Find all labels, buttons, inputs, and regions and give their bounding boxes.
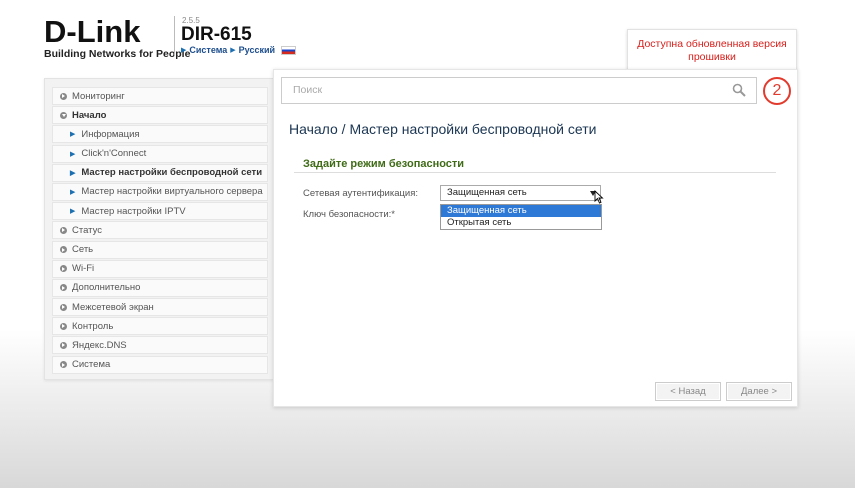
arrow-circle-icon	[60, 111, 67, 119]
sidebar-subitem-wireless-wizard[interactable]: ▶ Мастер настройки беспроводной сети	[52, 163, 268, 182]
arrow-circle-icon	[60, 92, 67, 100]
sidebar-item-label: Начало	[72, 109, 107, 121]
language-link[interactable]: Русский	[239, 45, 275, 55]
logo-tagline: Building Networks for People	[44, 48, 191, 60]
dlink-logo: D-Link Building Networks for People	[44, 14, 191, 60]
sidebar-item-start[interactable]: Начало	[52, 106, 268, 125]
back-button[interactable]: < Назад	[655, 382, 721, 401]
key-label: Ключ безопасности:*	[303, 209, 395, 220]
arrow-circle-icon	[60, 303, 67, 311]
sidebar-item-label: Мониторинг	[72, 90, 125, 102]
search-input[interactable]: Поиск	[281, 77, 757, 104]
sidebar-item-monitoring[interactable]: Мониторинг	[52, 87, 268, 105]
sidebar-item-label: Wi-Fi	[72, 263, 95, 275]
section-title: Задайте режим безопасности	[303, 158, 465, 170]
sidebar-item-label: Click'n'Connect	[81, 148, 147, 160]
sidebar-item-label: Межсетевой экран	[72, 301, 154, 313]
sidebar-subitem-clickconnect[interactable]: ▶ Click'n'Connect	[52, 144, 268, 163]
sidebar-item-label: Мастер настройки беспроводной сети	[81, 167, 263, 179]
triangle-icon: ▶	[70, 131, 76, 139]
auth-select-value: Защищенная сеть	[447, 187, 527, 198]
arrow-circle-icon	[60, 361, 67, 369]
sidebar-item-label: Контроль	[72, 320, 114, 332]
sidebar-item-advanced[interactable]: Дополнительно	[52, 278, 268, 297]
sidebar-item-label: Сеть	[72, 244, 94, 255]
arrow-circle-icon	[60, 246, 67, 253]
russia-flag-icon[interactable]	[281, 45, 297, 55]
header-divider	[174, 16, 175, 56]
main-panel: Поиск 2 Начало / Мастер настройки беспро…	[273, 69, 798, 407]
auth-option-open[interactable]: Открытая сеть	[441, 217, 601, 229]
sidebar-item-wifi[interactable]: Wi-Fi	[52, 259, 268, 278]
auth-dropdown-list: Защищенная сеть Открытая сеть	[440, 204, 602, 230]
arrow-circle-icon	[60, 284, 67, 292]
sidebar-item-label: Дополнительно	[72, 282, 141, 294]
sidebar-item-yandex-dns[interactable]: Яндекс.DNS	[52, 336, 268, 355]
triangle-icon: ▶	[181, 47, 187, 54]
sidebar-item-label: Информация	[81, 128, 140, 140]
system-link[interactable]: Система	[189, 45, 227, 55]
sidebar-subitem-virtual-server-wizard[interactable]: ▶ Мастер настройки виртуального сервера	[52, 182, 268, 201]
sidebar-item-firewall[interactable]: Межсетевой экран	[52, 298, 268, 317]
triangle-icon: ▶	[230, 47, 236, 54]
sidebar-subitem-iptv-wizard[interactable]: ▶ Мастер настройки IPTV	[52, 202, 268, 221]
sidebar-item-label: Яндекс.DNS	[72, 339, 127, 351]
search-placeholder: Поиск	[293, 84, 323, 96]
next-button[interactable]: Далее >	[726, 382, 792, 401]
auth-label: Сетевая аутентификация:	[303, 188, 419, 199]
triangle-icon: ▶	[70, 188, 76, 196]
model-name: DIR-615	[181, 24, 252, 45]
sidebar: Мониторинг Начало ▶ Информация ▶ Click'n'C…	[44, 78, 274, 380]
logo-text: D-Link	[44, 14, 141, 49]
page-title: Начало / Мастер настройки беспроводной с…	[289, 121, 597, 137]
sidebar-item-label: Статус	[72, 224, 103, 236]
triangle-icon: ▶	[70, 169, 76, 177]
sidebar-item-control[interactable]: Контроль	[52, 317, 268, 336]
section-divider	[294, 172, 776, 173]
sidebar-item-status[interactable]: Статус	[52, 221, 268, 240]
sidebar-item-label: Система	[72, 359, 111, 371]
sidebar-item-label: Мастер настройки IPTV	[81, 205, 186, 217]
arrow-circle-icon	[60, 226, 67, 234]
auth-option-secured[interactable]: Защищенная сеть	[441, 205, 601, 217]
triangle-icon: ▶	[70, 208, 76, 216]
update-notice[interactable]: Доступна обновленная версия прошивки	[627, 29, 797, 71]
triangle-icon: ▶	[70, 150, 76, 158]
sidebar-item-network[interactable]: Сеть	[52, 240, 268, 259]
header-links: ▶ Система ▶ Русский	[181, 45, 297, 55]
mouse-cursor-icon	[594, 190, 604, 204]
notification-badge[interactable]: 2	[763, 77, 791, 105]
arrow-circle-icon	[60, 322, 67, 330]
arrow-circle-icon	[60, 265, 67, 273]
arrow-circle-icon	[60, 341, 67, 349]
search-icon[interactable]	[732, 83, 746, 97]
sidebar-item-label: Мастер настройки виртуального сервера	[81, 186, 263, 198]
sidebar-item-system[interactable]: Система	[52, 355, 268, 374]
sidebar-subitem-info[interactable]: ▶ Информация	[52, 125, 268, 144]
auth-select[interactable]: Защищенная сеть	[440, 185, 601, 201]
